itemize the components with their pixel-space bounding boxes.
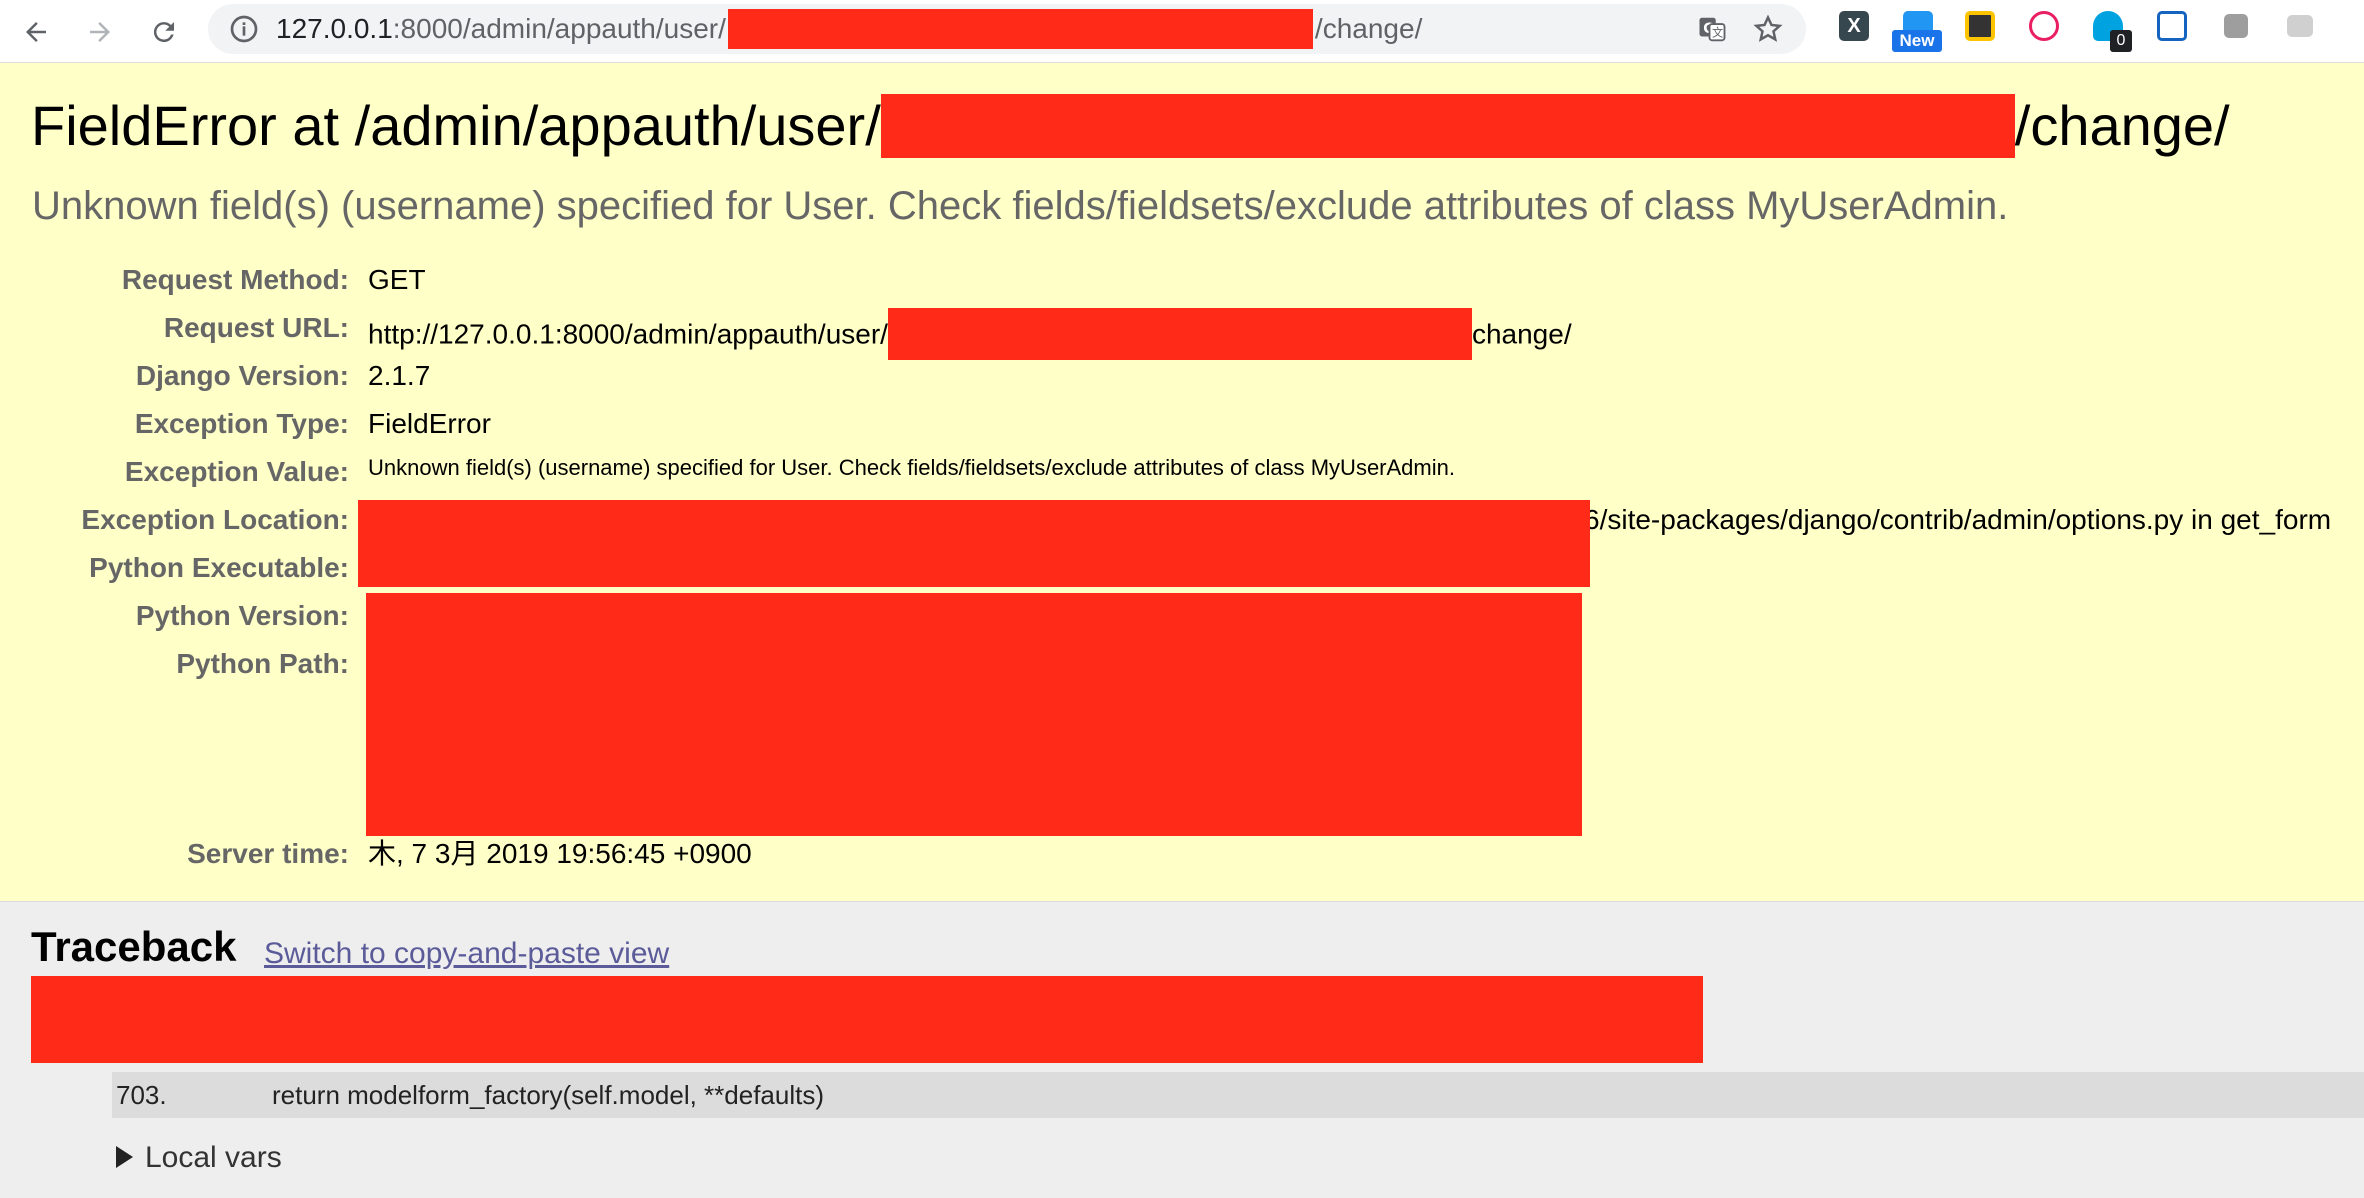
exception-value-value: Unknown field(s) (username) specified fo… <box>368 455 1455 480</box>
local-vars-label: Local vars <box>145 1141 282 1174</box>
address-bar[interactable]: 127.0.0.1:8000/admin/appauth/user/ /chang… <box>208 4 1806 54</box>
switch-view-link[interactable]: Switch to copy-and-paste view <box>264 936 669 972</box>
code-text: return modelform_factory(self.model, **d… <box>272 1080 825 1110</box>
code-context-line: 703. return modelform_factory(self.model… <box>112 1072 2364 1118</box>
star-icon[interactable] <box>1752 13 1784 45</box>
title-suffix: /change/ <box>2014 94 2230 157</box>
exception-location-label: Exception Location: <box>81 504 349 535</box>
forward-arrow-icon[interactable] <box>78 10 122 54</box>
cast-extension-icon[interactable] <box>2282 8 2318 44</box>
puzzle-extension-icon[interactable] <box>2218 8 2254 44</box>
redaction-block <box>727 8 1313 49</box>
traceback-section: Traceback Switch to copy-and-paste view … <box>0 902 2364 1198</box>
browser-toolbar: 127.0.0.1:8000/admin/appauth/user/ /chang… <box>0 0 2364 63</box>
url-host: 127.0.0.1 <box>276 13 393 44</box>
line-number: 703. <box>116 1080 167 1110</box>
request-url-suffix: change/ <box>1471 318 1572 350</box>
url-path-prefix: :8000/admin/appauth/user/ <box>392 13 726 44</box>
exception-type-value: FieldError <box>368 408 491 439</box>
x-extension-icon[interactable]: X <box>1836 8 1872 44</box>
back-arrow-icon[interactable] <box>14 10 58 54</box>
request-url-value: http://127.0.0.1:8000/admin/appauth/user… <box>368 308 1572 362</box>
evernote-extension-icon[interactable] <box>1962 8 1998 44</box>
screenshot-extension-icon[interactable] <box>2154 8 2190 44</box>
redaction-block <box>887 308 1472 360</box>
server-time-label: Server time: <box>187 838 349 869</box>
expand-triangle-icon <box>116 1146 133 1169</box>
svg-text:文: 文 <box>1712 26 1723 40</box>
django-version-value: 2.1.7 <box>368 360 431 391</box>
translate-icon[interactable]: G文 <box>1696 13 1728 45</box>
redaction-block <box>366 593 1582 836</box>
exception-location-value: 6/site-packages/django/contrib/admin/opt… <box>1584 504 2332 535</box>
pink-extension-icon[interactable] <box>2026 8 2062 44</box>
redaction-block <box>358 500 1590 587</box>
exception-type-label: Exception Type: <box>134 408 349 439</box>
title-prefix: FieldError at /admin/appauth/user/ <box>31 94 881 157</box>
exception-subtitle: Unknown field(s) (username) specified fo… <box>32 184 2009 228</box>
python-path-label: Python Path: <box>176 648 349 679</box>
python-version-label: Python Version: <box>135 600 349 631</box>
exception-value-label: Exception Value: <box>124 456 349 487</box>
redaction-block <box>31 976 1703 1063</box>
local-vars-toggle[interactable]: Local vars <box>116 1140 282 1176</box>
redaction-block <box>880 94 2015 159</box>
request-url-prefix: http://127.0.0.1:8000/admin/appauth/user… <box>368 318 888 350</box>
page-title: FieldError at /admin/appauth/user/ /chang… <box>31 91 2230 162</box>
url-path-suffix: /change/ <box>1314 13 1423 44</box>
request-method-value: GET <box>368 264 426 295</box>
django-version-label: Django Version: <box>135 360 349 391</box>
error-summary: FieldError at /admin/appauth/user/ /chang… <box>0 63 2364 902</box>
info-icon[interactable] <box>228 13 260 45</box>
traceback-title: Traceback <box>31 923 237 970</box>
new-badge: New <box>1892 30 1942 52</box>
count-badge: 0 <box>2110 30 2132 52</box>
request-method-label: Request Method: <box>121 264 349 295</box>
url-text[interactable]: 127.0.0.1:8000/admin/appauth/user/ /chang… <box>276 4 1422 54</box>
server-time-value: 木, 7 3月 2019 19:56:45 +0900 <box>368 838 752 869</box>
python-executable-label: Python Executable: <box>89 552 349 583</box>
reload-icon[interactable] <box>142 10 186 54</box>
request-url-label: Request URL: <box>163 312 349 343</box>
